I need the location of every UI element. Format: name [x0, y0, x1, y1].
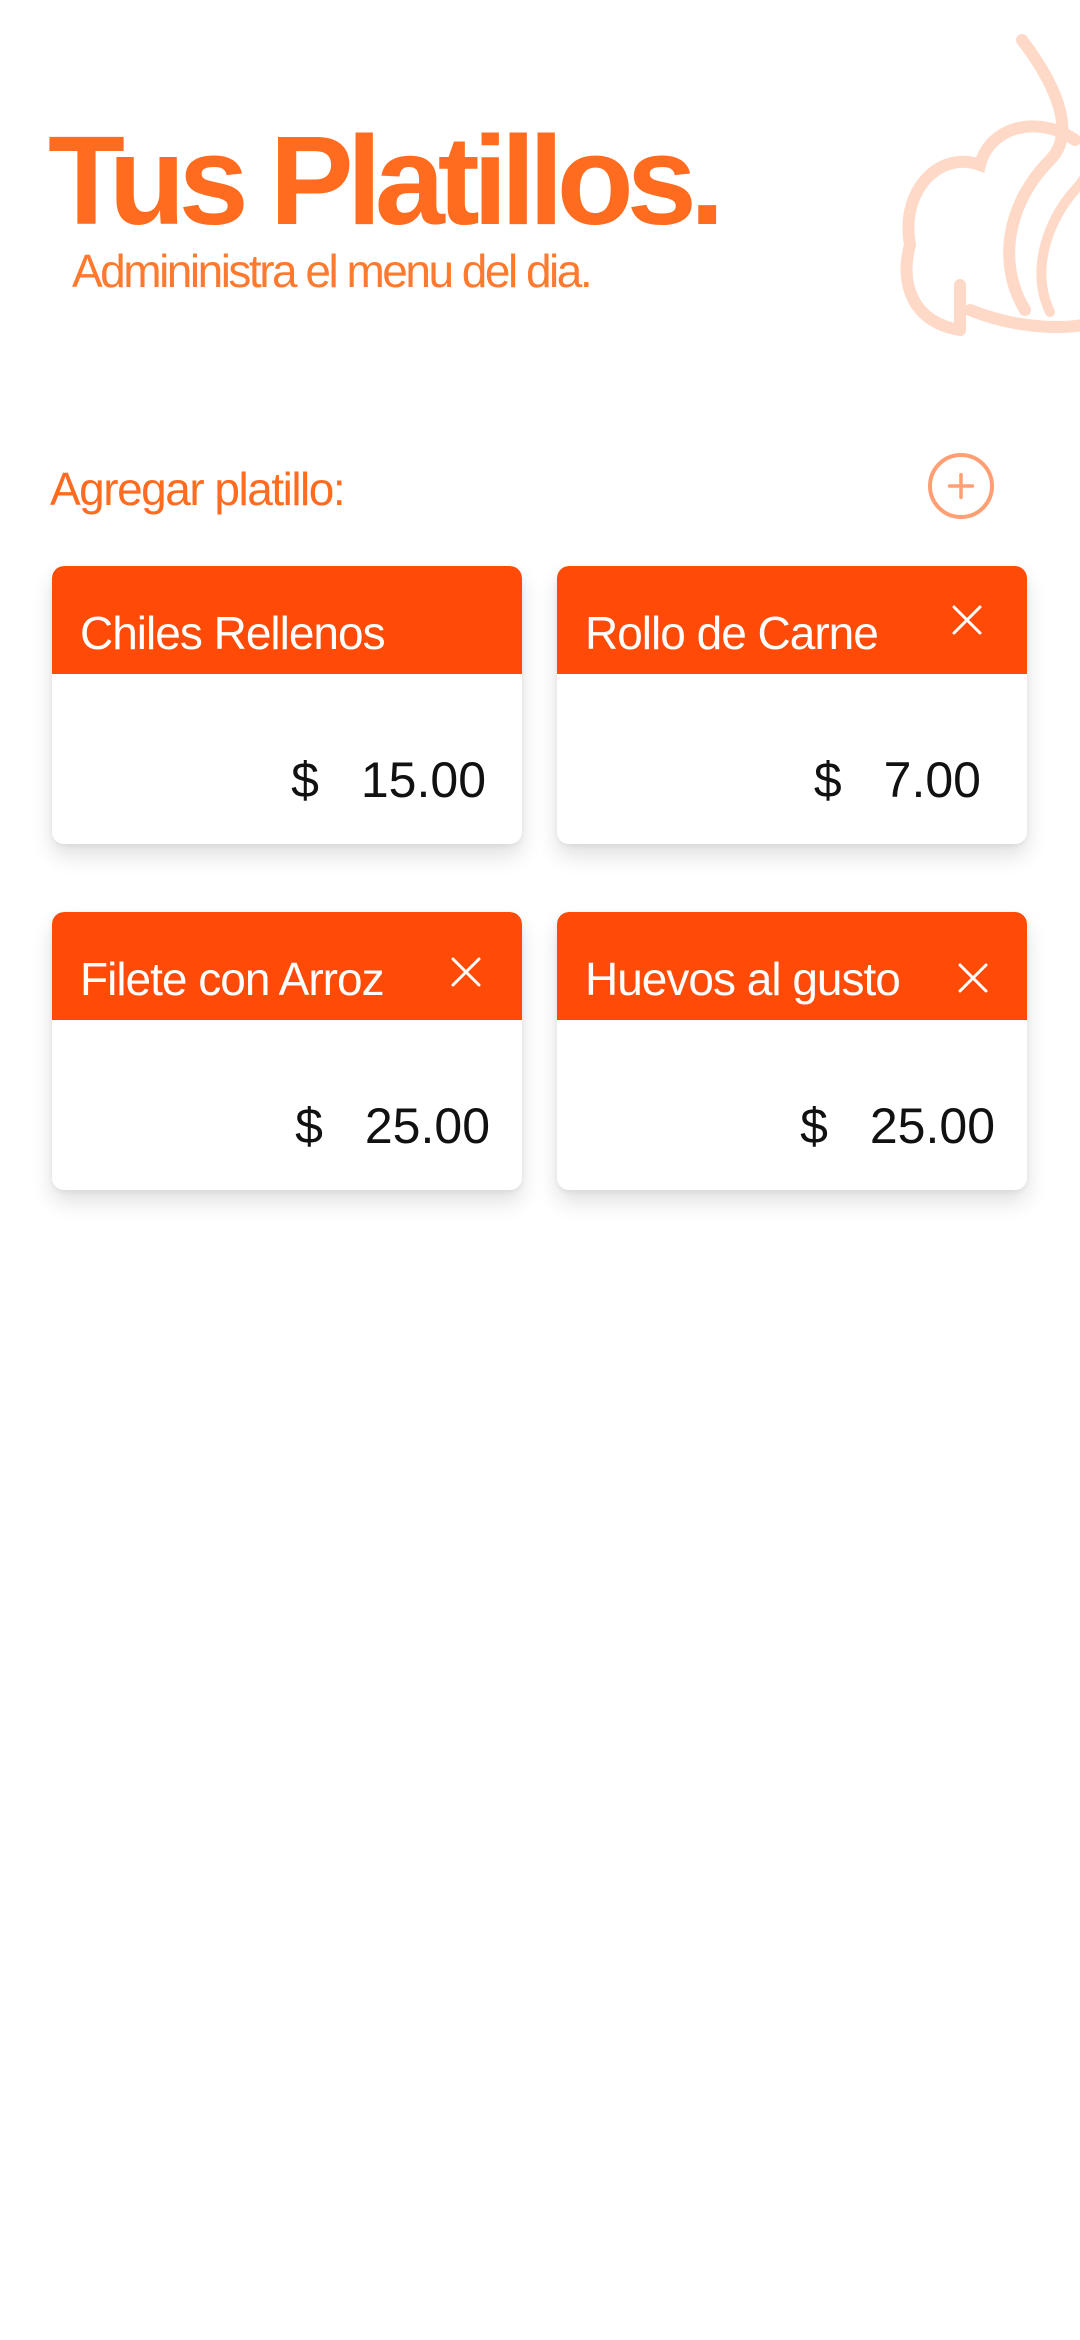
remove-dish-button[interactable]	[951, 604, 983, 636]
plus-circle-icon	[947, 472, 975, 500]
dish-card-header: Filete con Arroz	[52, 912, 522, 1020]
dish-price: 15.00	[360, 752, 486, 808]
dish-price-row: $ 15.00	[291, 751, 486, 809]
dish-price: 25.00	[869, 1098, 995, 1154]
chef-hat-logo-icon	[900, 30, 1080, 340]
dish-price-row: $ 25.00	[295, 1097, 490, 1155]
dish-name: Filete con Arroz	[80, 953, 385, 1005]
dish-card-header: Rollo de Carne	[557, 566, 1027, 674]
dish-card[interactable]: Chiles Rellenos $ 15.00	[52, 566, 522, 844]
page-subtitle: Admininistra el menu del dia.	[72, 245, 593, 297]
remove-dish-button[interactable]	[450, 956, 482, 988]
close-icon	[952, 605, 982, 635]
add-dish-button[interactable]	[928, 453, 994, 519]
dish-card[interactable]: Filete con Arroz $ 25.00	[52, 912, 522, 1190]
dish-name: Huevos al gusto	[585, 953, 901, 1005]
currency-symbol: $	[800, 1098, 828, 1154]
add-dish-label: Agregar platillo:	[50, 463, 346, 515]
dish-name: Chiles Rellenos	[80, 607, 386, 659]
page-title: Tus Platillos.	[48, 110, 725, 251]
currency-symbol: $	[813, 752, 842, 808]
dish-name: Rollo de Carne	[585, 607, 879, 659]
currency-symbol: $	[295, 1098, 323, 1154]
close-icon	[958, 963, 988, 993]
dish-price-row: $ 25.00	[800, 1097, 995, 1155]
close-icon	[451, 957, 481, 987]
dish-card[interactable]: Huevos al gusto $ 25.00	[557, 912, 1027, 1190]
dish-price: 25.00	[364, 1098, 490, 1154]
dish-card-header: Chiles Rellenos	[52, 566, 522, 674]
dish-card[interactable]: Rollo de Carne $ 7.00	[557, 566, 1027, 844]
dish-card-header: Huevos al gusto	[557, 912, 1027, 1020]
remove-dish-button[interactable]	[957, 962, 989, 994]
dish-price-row: $ 7.00	[814, 751, 981, 809]
dish-price: 7.00	[883, 752, 981, 808]
currency-symbol: $	[291, 752, 319, 808]
